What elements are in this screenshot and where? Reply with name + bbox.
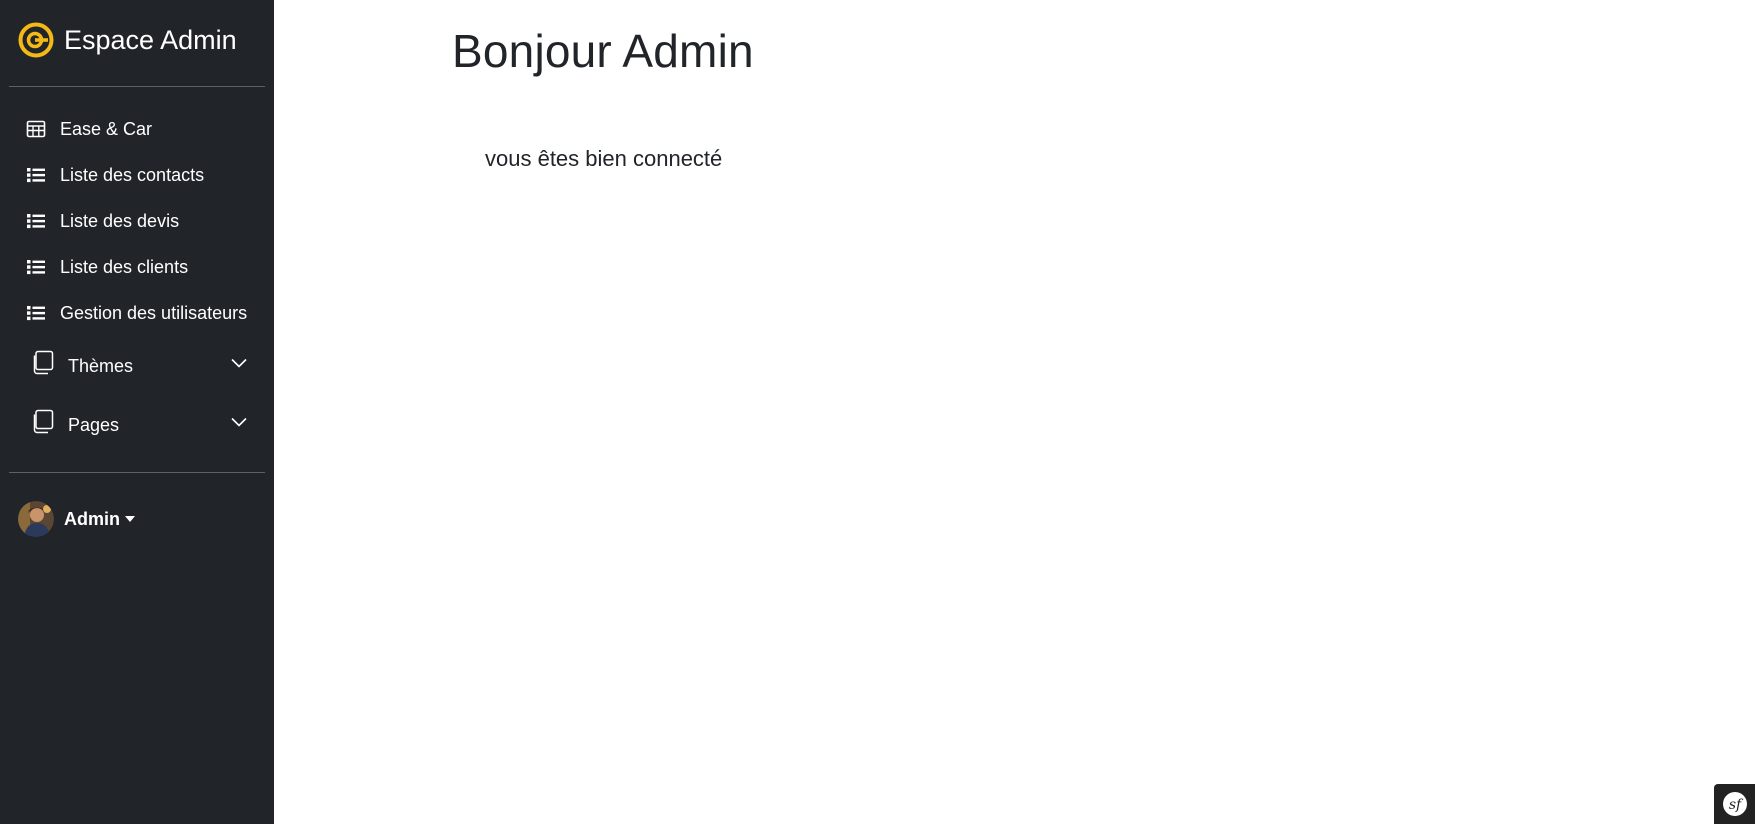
caret-down-icon (125, 516, 135, 522)
symfony-logo-icon: sf (1722, 792, 1747, 816)
list-icon (27, 260, 45, 275)
list-icon (27, 214, 45, 229)
list-icon (27, 306, 45, 321)
brand-logo-icon (18, 22, 54, 58)
table-icon (26, 120, 46, 138)
sidebar-group-pages[interactable]: Pages (32, 407, 247, 443)
page-title: Bonjour Admin (452, 25, 754, 77)
sidebar-group-themes[interactable]: Thèmes (32, 348, 247, 384)
sidebar-item-label: Liste des clients (60, 256, 189, 277)
sidebar-item-label: Liste des devis (60, 210, 180, 231)
debug-toolbar-button[interactable]: sf (1714, 784, 1755, 824)
avatar (18, 501, 54, 537)
sidebar-group-label: Pages (68, 414, 120, 435)
sidebar-item-ease-car[interactable]: Ease & Car (26, 114, 152, 144)
user-name: Admin (64, 508, 120, 529)
chevron-down-icon[interactable] (231, 358, 247, 368)
pages-icon (33, 350, 54, 375)
sidebar-item-utilisateurs[interactable]: Gestion des utilisateurs (26, 298, 247, 328)
chevron-down-icon[interactable] (231, 417, 247, 427)
sidebar-divider (9, 86, 265, 87)
brand-title: Espace Admin (64, 24, 237, 55)
sidebar-item-clients[interactable]: Liste des clients (26, 252, 188, 282)
list-icon (27, 168, 45, 183)
sidebar-group-label: Thèmes (68, 355, 134, 376)
sidebar-item-label: Ease & Car (60, 118, 153, 139)
sidebar-item-contacts[interactable]: Liste des contacts (26, 160, 204, 190)
user-menu[interactable]: Admin (18, 500, 135, 538)
sidebar-item-label: Gestion des utilisateurs (60, 302, 248, 323)
pages-icon (33, 409, 54, 434)
sidebar-item-devis[interactable]: Liste des devis (26, 206, 179, 236)
sidebar: Espace Admin Ease & Car Liste des contac… (0, 0, 274, 824)
status-message: vous êtes bien connecté (485, 146, 723, 171)
brand-link[interactable]: Espace Admin (18, 20, 237, 60)
sidebar-divider (9, 472, 265, 473)
sidebar-item-label: Liste des contacts (60, 164, 205, 185)
